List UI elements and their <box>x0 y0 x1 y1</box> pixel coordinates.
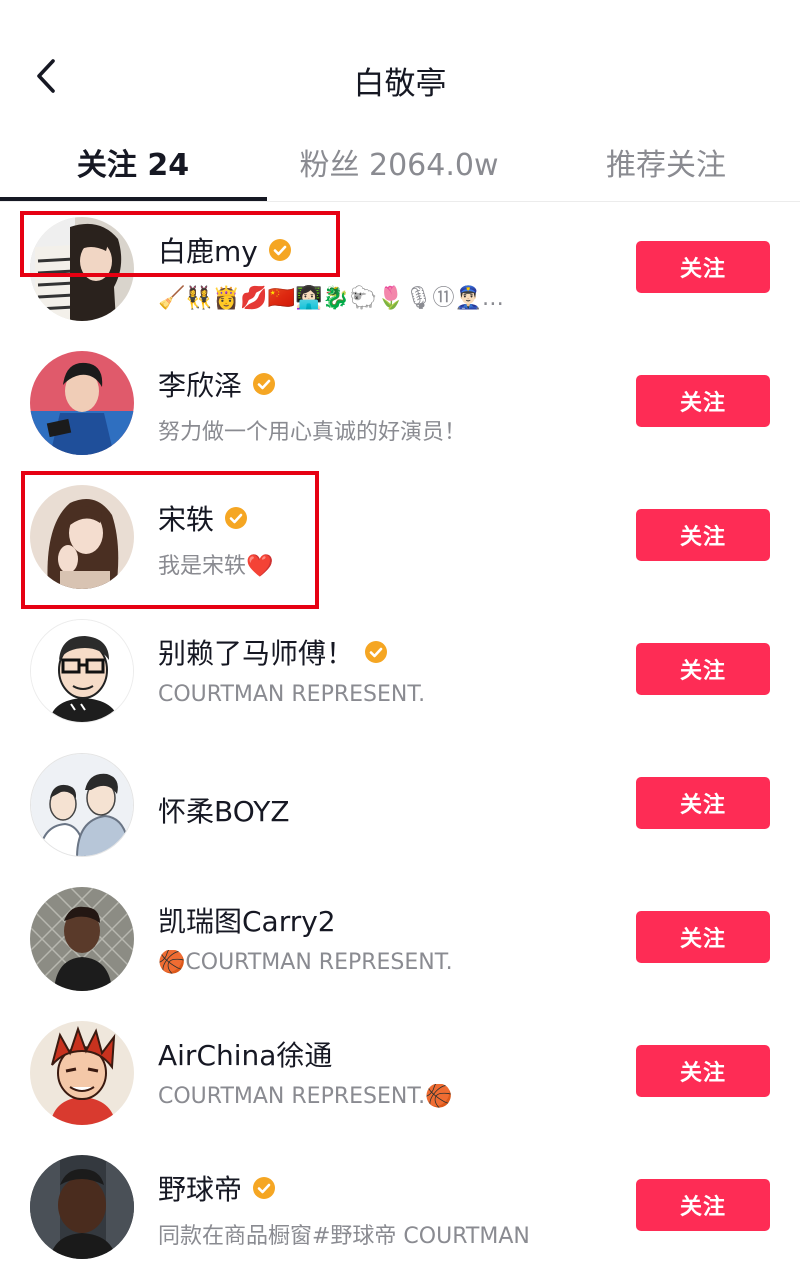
follow-button[interactable]: 关注 <box>636 777 770 829</box>
user-bio: 🏀COURTMAN REPRESENT. <box>158 950 453 975</box>
active-tab-indicator <box>0 197 267 201</box>
tab-recommended[interactable]: 推荐关注 <box>532 140 800 184</box>
user-name[interactable]: AirChina徐通 <box>158 1034 332 1074</box>
tab-following[interactable]: 关注 24 <box>0 140 266 184</box>
follow-button[interactable]: 关注 <box>636 1045 770 1097</box>
follow-button[interactable]: 关注 <box>636 1179 770 1231</box>
avatar[interactable] <box>30 1021 134 1125</box>
user-bio: COURTMAN REPRESENT.🏀 <box>158 1084 453 1109</box>
user-name[interactable]: 白鹿my <box>158 230 292 270</box>
follow-button[interactable]: 关注 <box>636 509 770 561</box>
list-item[interactable]: 宋轶 我是宋轶❤️ 关注 <box>0 470 800 604</box>
list-item[interactable]: 凯瑞图Carry2 🏀COURTMAN REPRESENT. 关注 <box>0 872 800 1006</box>
list-item[interactable]: 野球帝 同款在商品橱窗#野球帝 COURTMAN 关注 <box>0 1140 800 1268</box>
verified-badge-icon <box>252 1176 276 1200</box>
user-bio: 我是宋轶❤️ <box>158 554 274 579</box>
user-name[interactable]: 宋轶 <box>158 498 248 538</box>
user-bio: 同款在商品橱窗#野球帝 COURTMAN <box>158 1224 530 1249</box>
user-bio: 努力做一个用心真诚的好演员！ <box>158 420 467 445</box>
list-item[interactable]: 李欣泽 努力做一个用心真诚的好演员！ 关注 <box>0 336 800 470</box>
follow-button[interactable]: 关注 <box>636 911 770 963</box>
user-bio: 🧹👯‍♀️👸💋🇨🇳👩🏻‍💻🐉🐑🌷🎙⑪👮🏻‍♂️… <box>158 286 504 311</box>
user-name[interactable]: 别赖了马师傅！ <box>158 632 388 672</box>
avatar[interactable] <box>30 887 134 991</box>
top-bar: 白敬亭 <box>0 0 800 120</box>
user-bio: COURTMAN REPRESENT. <box>158 682 426 707</box>
list-item[interactable]: 别赖了马师傅！ COURTMAN REPRESENT. 关注 <box>0 604 800 738</box>
verified-badge-icon <box>268 238 292 262</box>
verified-badge-icon <box>364 640 388 664</box>
verified-badge-icon <box>224 506 248 530</box>
user-name[interactable]: 怀柔BOYZ <box>158 790 290 830</box>
page-title: 白敬亭 <box>353 66 447 102</box>
list-item[interactable]: AirChina徐通 COURTMAN REPRESENT.🏀 关注 <box>0 1006 800 1140</box>
user-name[interactable]: 李欣泽 <box>158 364 276 404</box>
list-item[interactable]: 白鹿my 🧹👯‍♀️👸💋🇨🇳👩🏻‍💻🐉🐑🌷🎙⑪👮🏻‍♂️… 关注 <box>0 202 800 336</box>
avatar[interactable] <box>30 217 134 321</box>
user-name[interactable]: 凯瑞图Carry2 <box>158 900 336 940</box>
avatar[interactable] <box>30 1155 134 1259</box>
follow-button[interactable]: 关注 <box>636 241 770 293</box>
list-item[interactable]: 怀柔BOYZ 关注 <box>0 738 800 872</box>
tab-followers[interactable]: 粉丝 2064.0w <box>266 140 532 184</box>
avatar[interactable] <box>30 619 134 723</box>
follow-button[interactable]: 关注 <box>636 643 770 695</box>
avatar[interactable] <box>30 485 134 589</box>
avatar[interactable] <box>30 351 134 455</box>
user-name[interactable]: 野球帝 <box>158 1168 276 1208</box>
follow-button[interactable]: 关注 <box>636 375 770 427</box>
tab-bar: 关注 24 粉丝 2064.0w 推荐关注 <box>0 130 800 202</box>
avatar[interactable] <box>30 753 134 857</box>
verified-badge-icon <box>252 372 276 396</box>
